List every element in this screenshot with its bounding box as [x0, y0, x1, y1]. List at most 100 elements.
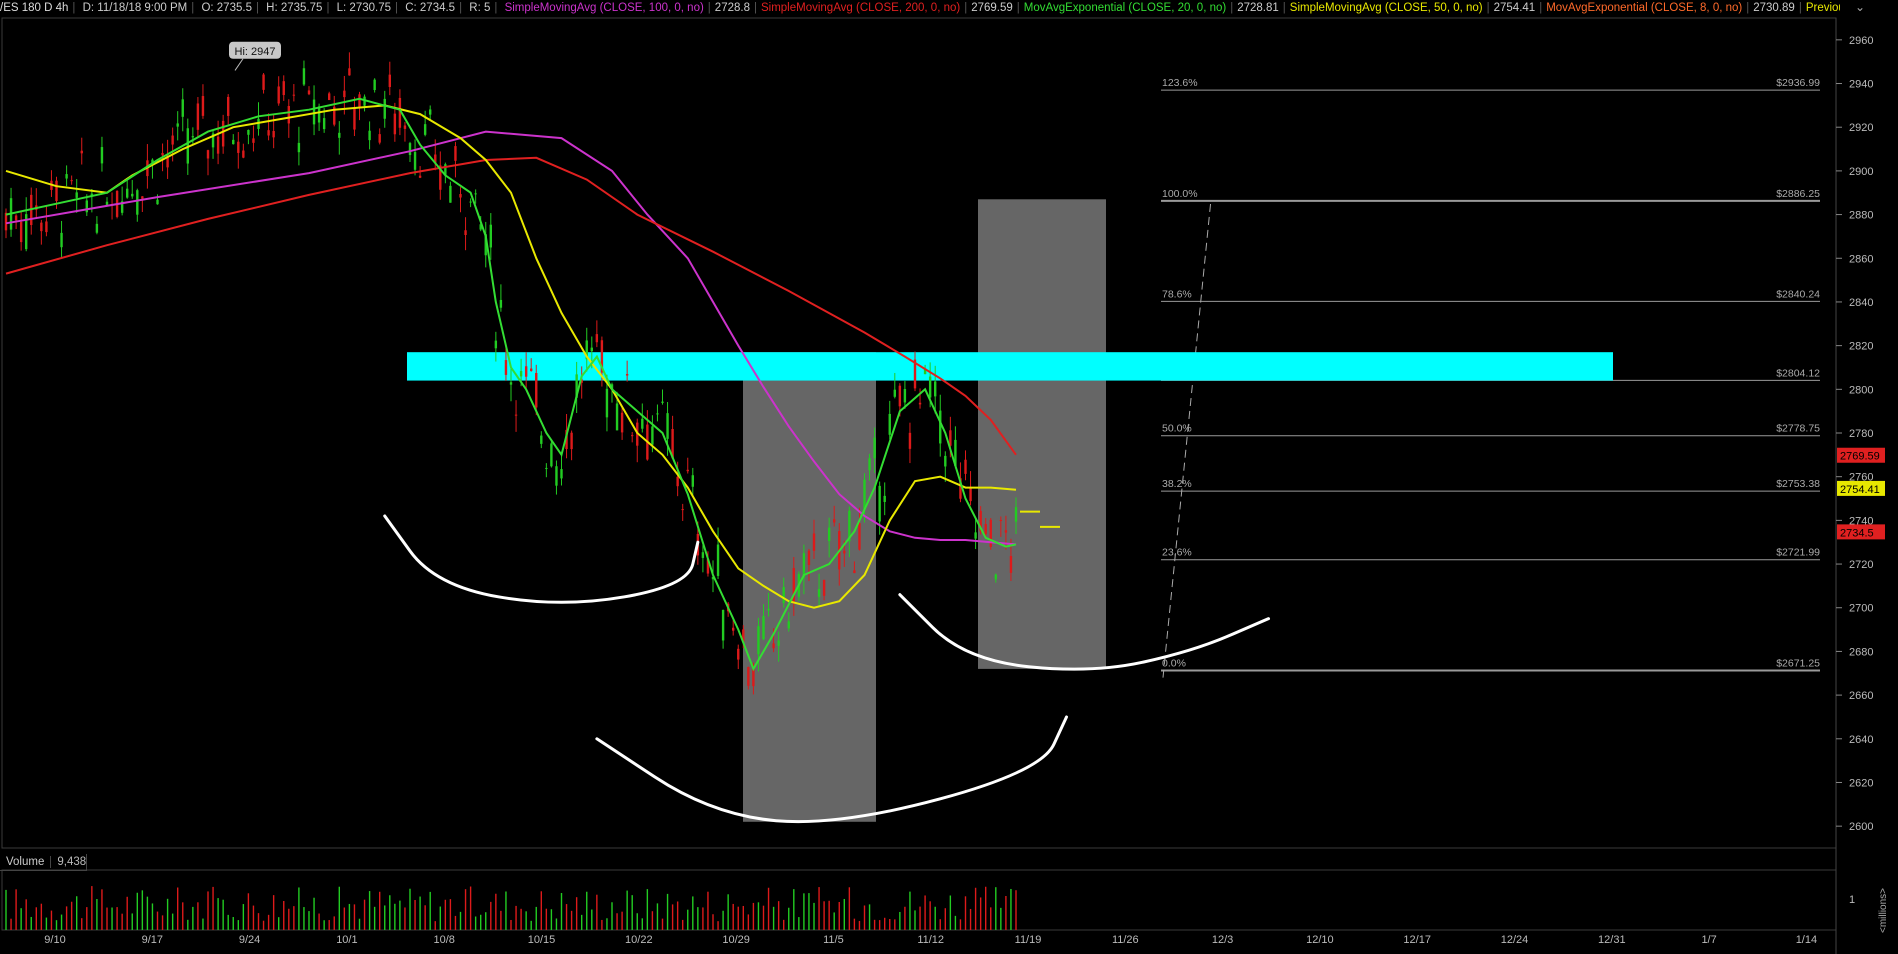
price-tick-label: 2600 — [1849, 821, 1873, 833]
candle-body — [141, 196, 144, 199]
candle-body — [903, 389, 907, 403]
candle-body — [4, 212, 8, 231]
candle-body — [631, 435, 634, 437]
candle-body — [317, 106, 321, 123]
high-label-pointer — [234, 58, 244, 71]
candle-body — [403, 125, 407, 129]
candle-body — [514, 414, 518, 416]
date-tick-label: 12/17 — [1403, 934, 1431, 946]
volume-tick-label: 1 — [1849, 894, 1855, 906]
fib-price-label: $2753.38 — [1776, 478, 1820, 490]
price-tick-label: 2680 — [1849, 646, 1873, 658]
candle-body — [676, 476, 679, 487]
candle-body — [171, 135, 174, 145]
date-tick-label: 12/24 — [1501, 934, 1529, 946]
candle-body — [686, 469, 689, 472]
candle-body — [757, 626, 760, 655]
candle-body — [1004, 530, 1008, 533]
candle-body — [737, 648, 740, 660]
candle-body — [287, 106, 290, 124]
candle-body — [393, 113, 397, 135]
candle-body — [413, 152, 417, 170]
candle-body — [1009, 556, 1013, 573]
price-tick-label: 2860 — [1849, 253, 1873, 265]
candle-body — [570, 432, 573, 450]
candle-body — [540, 435, 543, 444]
volume-value: 9,438 — [50, 856, 87, 868]
candle-body — [898, 385, 902, 407]
candle-body — [504, 360, 508, 375]
candle-body — [408, 143, 412, 156]
candle-body — [782, 587, 785, 604]
candle-body — [530, 368, 533, 371]
date-tick-label: 10/1 — [336, 934, 357, 946]
candle-body — [267, 130, 270, 136]
candle-body — [454, 146, 457, 161]
candle-body — [60, 232, 63, 248]
date-tick-label: 11/26 — [1112, 934, 1139, 946]
candle-body — [888, 413, 891, 435]
candle-body — [868, 458, 871, 471]
candle-body — [55, 180, 58, 202]
price-chart[interactable]: 2600262026402660268027002720274027602780… — [0, 0, 1898, 954]
candle-body — [191, 136, 195, 138]
candle-body — [812, 533, 816, 551]
candle-body — [126, 188, 129, 198]
volume-unit-label: <millions> — [1878, 887, 1889, 933]
candle-body — [590, 347, 593, 352]
candle-body — [262, 74, 265, 90]
candle-body — [519, 371, 523, 377]
price-tick-label: 2800 — [1849, 384, 1873, 396]
candle-body — [40, 222, 43, 232]
candle-body — [964, 459, 967, 474]
candle-body — [272, 131, 275, 138]
fib-price-label: $2721.99 — [1776, 547, 1820, 559]
price-tick-label: 2620 — [1849, 777, 1873, 789]
candle-body — [181, 99, 184, 117]
date-tick-label: 10/15 — [528, 934, 556, 946]
candle-body — [247, 129, 250, 135]
price-tick-label: 2920 — [1849, 122, 1873, 134]
candle-body — [489, 224, 492, 248]
highlight-box — [743, 352, 876, 822]
candle-body — [378, 134, 381, 143]
candle-body — [641, 418, 644, 429]
candle-body — [999, 519, 1003, 521]
candle-body — [777, 640, 780, 646]
candle-body — [100, 147, 104, 164]
candle-body — [242, 150, 245, 158]
candle-body — [873, 437, 876, 459]
candle-body — [95, 223, 99, 233]
candle-body — [550, 443, 553, 467]
date-tick-label: 10/8 — [433, 934, 454, 946]
candle-body — [666, 413, 669, 439]
candle-body — [721, 609, 725, 641]
candle-body — [494, 340, 498, 349]
candle-body — [827, 527, 831, 542]
candle-body — [423, 124, 427, 135]
candle-body — [994, 574, 997, 580]
date-tick-label: 10/29 — [722, 934, 750, 946]
candle-body — [969, 486, 972, 502]
date-tick-label: 11/12 — [917, 934, 944, 946]
volume-pane-header: Volume 9,438 — [0, 854, 88, 871]
fib-price-label: $2671.25 — [1776, 658, 1820, 670]
candle-body — [358, 94, 361, 109]
price-badge-label: 2769.59 — [1840, 451, 1880, 463]
price-tick-label: 2820 — [1849, 341, 1873, 353]
date-tick-label: 12/10 — [1306, 934, 1334, 946]
candle-body — [388, 74, 391, 88]
candle-body — [302, 68, 306, 85]
candle-body — [343, 90, 346, 98]
price-tick-label: 2780 — [1849, 428, 1873, 440]
price-tick-label: 2720 — [1849, 559, 1873, 571]
candle-body — [878, 485, 881, 522]
fib-percent-label: 38.2% — [1162, 478, 1192, 490]
candle-body — [681, 509, 684, 511]
candle-body — [858, 523, 861, 550]
candle-body — [767, 608, 770, 611]
candle-body — [625, 374, 629, 376]
candle-body — [918, 402, 922, 405]
candle-body — [509, 382, 513, 385]
candle-body — [70, 180, 73, 182]
